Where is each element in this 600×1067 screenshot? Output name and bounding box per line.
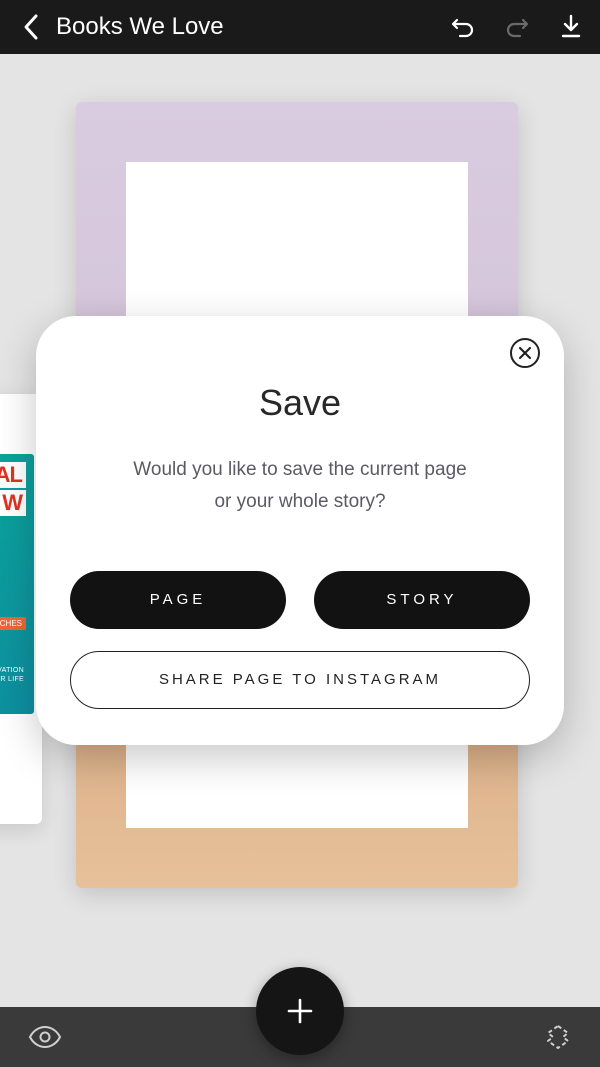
book-title-fragment: AL: [0, 462, 26, 488]
save-dialog: Save Would you like to save the current …: [36, 316, 564, 745]
add-button[interactable]: [256, 967, 344, 1055]
page-title: Books We Love: [56, 13, 448, 41]
header-actions: [448, 14, 582, 40]
save-story-button[interactable]: STORY: [314, 571, 530, 629]
save-page-button[interactable]: PAGE: [70, 571, 286, 629]
book-badge: CHES: [0, 617, 26, 630]
book-cover-thumbnail: AL W CHES VATIONUR LIFE: [0, 454, 34, 714]
dialog-button-row: PAGE STORY: [70, 571, 530, 629]
undo-button[interactable]: [448, 15, 476, 39]
dialog-message: Would you like to save the current page …: [70, 454, 530, 519]
redo-button[interactable]: [504, 15, 532, 39]
book-title-fragment: W: [0, 490, 26, 516]
close-button[interactable]: [510, 338, 540, 368]
back-button[interactable]: [14, 0, 48, 54]
share-instagram-button[interactable]: SHARE PAGE TO INSTAGRAM: [70, 651, 530, 709]
header-bar: Books We Love: [0, 0, 600, 54]
dialog-title: Save: [70, 382, 530, 424]
preview-button[interactable]: [28, 1026, 62, 1048]
download-button[interactable]: [560, 14, 582, 40]
layers-button[interactable]: [544, 1023, 572, 1051]
book-subtitle-fragment: VATIONUR LIFE: [0, 666, 24, 684]
